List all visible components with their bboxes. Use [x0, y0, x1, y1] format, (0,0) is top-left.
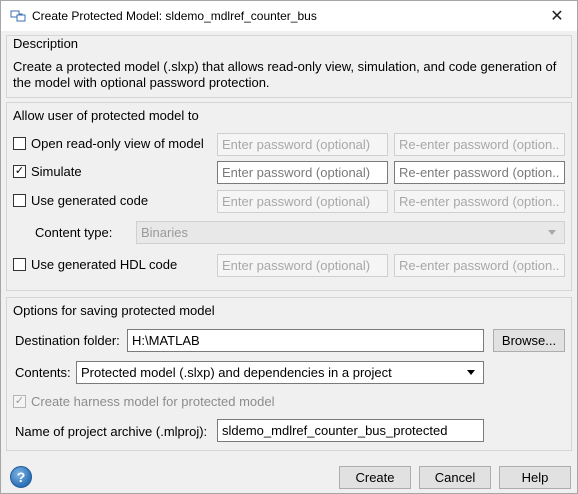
close-icon: ✕: [550, 8, 564, 25]
destination-folder-field[interactable]: [127, 329, 484, 352]
destination-folder-label: Destination folder:: [15, 333, 120, 348]
simulate-label: Simulate: [31, 164, 82, 179]
read-only-view-checkbox[interactable]: [13, 137, 26, 150]
create-protected-model-dialog: Create Protected Model: sldemo_mdlref_co…: [0, 0, 578, 494]
code-reenter-password-field[interactable]: [394, 190, 565, 213]
harness-model-checkbox[interactable]: ✓: [13, 395, 26, 408]
read-only-view-label: Open read-only view of model: [31, 136, 204, 151]
window-title: Create Protected Model: sldemo_mdlref_co…: [32, 9, 317, 23]
content-type-dropdown[interactable]: Binaries: [136, 221, 565, 244]
permissions-heading: Allow user of protected model to: [13, 108, 199, 123]
help-button[interactable]: Help: [499, 466, 571, 489]
hdl-code-checkbox[interactable]: [13, 258, 26, 271]
title-bar: Create Protected Model: sldemo_mdlref_co…: [1, 1, 577, 31]
simulate-reenter-password-field[interactable]: [394, 161, 565, 184]
hdl-reenter-password-field[interactable]: [394, 254, 565, 277]
hdl-password-field[interactable]: [217, 254, 388, 277]
checkmark-icon: ✓: [14, 395, 25, 407]
harness-model-label: Create harness model for protected model: [31, 394, 275, 409]
description-text: Create a protected model (.slxp) that al…: [13, 59, 557, 90]
checkmark-icon: ✓: [14, 165, 25, 177]
generated-code-label: Use generated code: [31, 193, 149, 208]
browse-button[interactable]: Browse...: [493, 329, 565, 352]
simulate-checkbox[interactable]: ✓: [13, 165, 26, 178]
contents-value: Protected model (.slxp) and dependencies…: [81, 365, 392, 380]
chevron-down-icon: [467, 370, 475, 375]
read-only-password-field[interactable]: [217, 133, 388, 156]
cancel-button[interactable]: Cancel: [419, 466, 491, 489]
generated-code-checkbox[interactable]: [13, 194, 26, 207]
close-button[interactable]: ✕: [537, 1, 577, 31]
saving-options-heading: Options for saving protected model: [13, 303, 215, 318]
content-type-value: Binaries: [141, 225, 188, 240]
help-icon-glyph: ?: [16, 469, 26, 485]
matlab-app-icon: [10, 10, 26, 22]
help-icon[interactable]: ?: [10, 466, 32, 488]
create-button[interactable]: Create: [339, 466, 411, 489]
read-only-reenter-password-field[interactable]: [394, 133, 565, 156]
description-heading: Description: [13, 36, 79, 51]
contents-dropdown[interactable]: Protected model (.slxp) and dependencies…: [76, 361, 484, 384]
contents-label: Contents:: [15, 365, 71, 380]
simulate-password-field[interactable]: [217, 161, 388, 184]
hdl-code-label: Use generated HDL code: [31, 257, 178, 272]
project-archive-field[interactable]: [217, 419, 484, 442]
code-password-field[interactable]: [217, 190, 388, 213]
chevron-down-icon: [548, 230, 556, 235]
content-type-label: Content type:: [35, 225, 113, 240]
project-archive-label: Name of project archive (.mlproj):: [15, 424, 208, 439]
